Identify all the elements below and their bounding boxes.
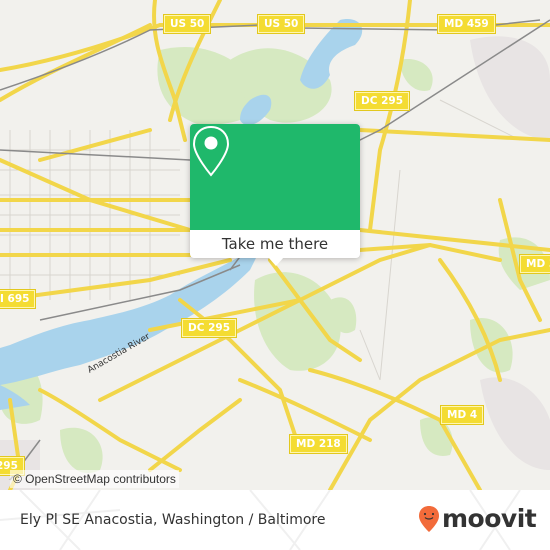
popup-pointer [268, 257, 284, 266]
moovit-wordmark: moovit [442, 504, 537, 533]
route-shield-md-459: MD 459 [437, 14, 496, 34]
location-pin-icon [192, 125, 230, 177]
map-attribution[interactable]: © OpenStreetMap contributors [10, 470, 179, 488]
route-shield-md-218: MD 218 [289, 434, 348, 454]
moovit-pin-icon [419, 505, 439, 532]
route-shield-i-695: I 695 [0, 289, 37, 309]
route-shield-us-50: US 50 [162, 14, 212, 34]
take-me-there-button[interactable]: Take me there [190, 230, 360, 258]
moovit-logo[interactable]: moovit [418, 504, 537, 533]
route-shield-md-4: MD 4 [439, 405, 485, 425]
location-popup: Take me there [190, 124, 360, 266]
footer: Ely Pl SE Anacostia, Washington / Baltim… [0, 490, 550, 550]
location-title: Ely Pl SE Anacostia, Washington / Baltim… [20, 512, 326, 528]
route-shield-dc-295: DC 295 [181, 318, 237, 338]
route-shield-md-3: MD 3 [518, 254, 550, 274]
route-shield-us-50: US 50 [256, 14, 306, 34]
route-shield-dc-295: DC 295 [354, 91, 410, 111]
map-view[interactable]: US 50 US 50 MD 459 DC 295 DC 295 I 695 M… [0, 0, 550, 490]
popup-header [190, 124, 360, 230]
